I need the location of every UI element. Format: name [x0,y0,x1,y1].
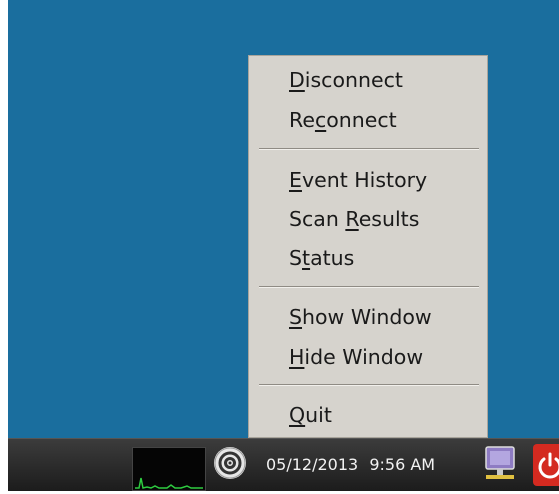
network-icon [485,446,515,479]
menu-item-quit[interactable]: Quit [289,403,332,427]
menu-item-disconnect[interactable]: Disconnect [289,68,403,92]
menu-separator [259,384,479,386]
clock-time: 9:56 AM [369,455,436,474]
menu-item-scan-results[interactable]: Scan Results [289,207,419,231]
wifi-symbol-icon [214,447,246,479]
menu-item-hide-window[interactable]: Hide Window [289,345,423,369]
clock[interactable]: 05/12/2013 9:56 AM [266,455,441,474]
clock-date: 05/12/2013 [266,455,359,474]
menu-item-show-window[interactable]: Show Window [289,305,432,329]
menu-item-reconnect[interactable]: Reconnect [289,108,397,132]
graph-icon [135,477,203,489]
menu-separator [259,286,479,288]
menu-item-status[interactable]: Status [289,246,354,270]
network-status-icon[interactable] [480,443,520,485]
power-symbol-icon [538,452,559,479]
menu-item-event-history[interactable]: Event History [289,168,427,192]
network-monitor-graph[interactable] [132,447,206,491]
power-icon[interactable] [533,444,559,486]
menu-separator [259,148,479,150]
taskbar: 05/12/2013 9:56 AM [8,438,559,491]
tray-context-menu: Disconnect Reconnect Event History Scan … [248,55,488,438]
wifi-icon[interactable] [214,447,246,479]
